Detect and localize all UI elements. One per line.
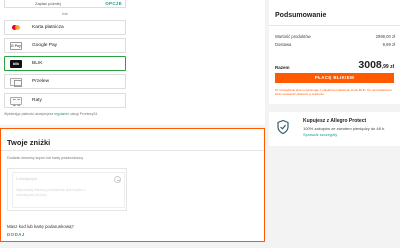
summary-title: Podsumowanie (275, 12, 327, 19)
pay-later-options-link[interactable]: OPCJE (105, 0, 122, 7)
gpay-icon: G Pay (10, 42, 22, 50)
delivery-row: Dostawa 9,99 zł (275, 42, 395, 47)
products-label: Wartość produktów (275, 34, 311, 39)
minus-circle-icon (114, 176, 121, 183)
payment-method-transfer[interactable]: Przelew (4, 74, 126, 89)
payment-methods-panel: Zapłać później OPCJE lub Karta płatnicza… (0, 0, 265, 125)
coupon-description: Wykorzystaj tekstowy przykładowy opis ku… (16, 188, 86, 197)
terms-link[interactable]: regulamin (54, 112, 69, 116)
coupon-list: 0 dostępnych Wykorzystaj tekstowy przykł… (7, 168, 127, 211)
blik-icon: blik (10, 60, 22, 68)
discounts-title: Twoje zniżki (7, 138, 51, 147)
divider (269, 25, 400, 26)
products-value: 2999,00 zł (375, 34, 395, 39)
delivery-label: Dostawa (275, 42, 292, 47)
card-icon (10, 24, 22, 32)
payment-terms-note: Wybierając płatność akceptujesz regulami… (4, 112, 99, 116)
pay-later-row[interactable]: Zapłać później OPCJE (4, 0, 126, 8)
payment-method-label: BLIK (32, 61, 43, 66)
coupon-card-disabled: 0 dostępnych Wykorzystaj tekstowy przykł… (12, 172, 125, 208)
payment-method-installments[interactable]: Raty (4, 93, 126, 108)
bank-transfer-icon (10, 78, 22, 87)
shield-icon (277, 120, 289, 134)
products-value-row: Wartość produktów 2999,00 zł (275, 34, 395, 39)
discounts-panel: Twoje zniżki Dodaniu dowolny kupon lub k… (0, 128, 265, 242)
payment-method-blik[interactable]: blik BLIK (4, 56, 126, 71)
coupon-count: 0 dostępnych (16, 177, 38, 181)
payment-method-google-pay[interactable]: G Pay Google Pay (4, 38, 126, 53)
installments-icon (10, 97, 22, 106)
or-separator: lub (62, 11, 68, 16)
protect-details-link[interactable]: Sprawdź szczegóły (303, 132, 337, 137)
blik-legal-note: W rozwiązanie kroku wykonując z opiekuną… (275, 88, 392, 97)
pay-later-label: Zapłać później (35, 1, 61, 6)
divider (1, 150, 263, 151)
payment-method-label: Raty (32, 98, 42, 103)
payment-method-label: Google Pay (32, 43, 58, 48)
payment-method-label: Przelew (32, 79, 50, 84)
total-label: Razem (275, 65, 290, 70)
delivery-value: 9,99 zł (382, 42, 395, 47)
order-summary-panel: Podsumowanie Wartość produktów 2999,00 z… (269, 0, 400, 104)
payment-method-label: Karta płatnicza (32, 25, 64, 30)
pay-with-blik-button[interactable]: PŁACĘ BLIKIEM (275, 73, 394, 83)
protect-title: Kupujesz z Allegro Protect (303, 118, 367, 124)
payment-method-card[interactable]: Karta płatnicza (4, 20, 126, 35)
protect-text: 100% zakupów ze zwrotem pieniędzy do 48 … (303, 126, 386, 137)
discounts-subtitle: Dodaniu dowolny kupon lub kartę podarunk… (7, 156, 83, 160)
allegro-protect-panel: Kupujesz z Allegro Protect 100% zakupów … (269, 112, 400, 146)
gift-code-question: Masz kod lub kartę podarunkową? (7, 224, 74, 229)
total-value: 3008,99 zł (358, 59, 394, 71)
add-code-link[interactable]: DODAJ (7, 232, 25, 237)
